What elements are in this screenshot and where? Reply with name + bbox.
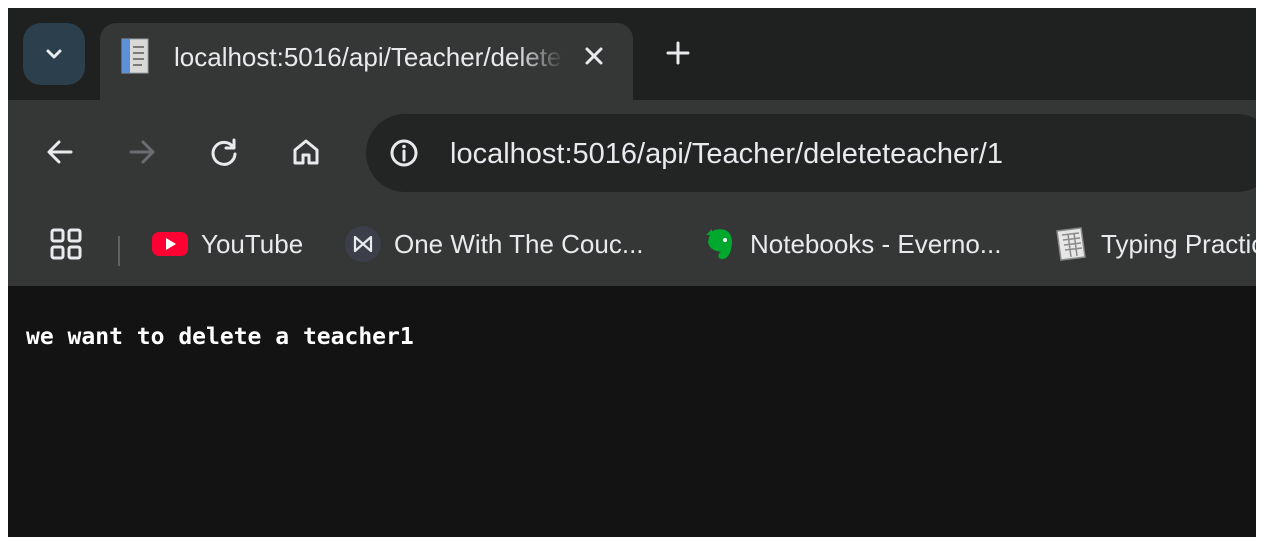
apps-grid-icon (50, 228, 82, 260)
arrow-left-icon (47, 140, 73, 164)
forward-button[interactable] (122, 132, 162, 172)
arrow-right-icon (129, 140, 155, 164)
home-icon (293, 139, 319, 165)
bookmarks-bar: YouTube One With The Couc... Notebooks -… (8, 196, 1256, 286)
info-icon (390, 139, 418, 167)
bow-tie-icon (344, 225, 382, 263)
bookmark-youtube[interactable]: YouTube (151, 226, 303, 262)
plus-icon (666, 41, 690, 65)
document-icon (121, 38, 149, 74)
tab-search-button[interactable] (23, 23, 85, 85)
bookmark-label: Typing Practice (1101, 228, 1256, 259)
bookmark-one-with-the-couch[interactable]: One With The Couc... (344, 226, 644, 262)
home-button[interactable] (286, 132, 326, 172)
bookmark-evernote[interactable]: Notebooks - Everno... (700, 226, 1001, 262)
toolbar: localhost:5016/api/Teacher/deleteteacher… (8, 100, 1256, 196)
bookmark-label: One With The Couc... (394, 228, 644, 259)
reload-icon (211, 138, 237, 166)
chevron-down-icon (46, 49, 62, 59)
bookmark-typing-practice[interactable]: Typing Practice (1051, 226, 1256, 262)
close-tab-button[interactable] (578, 40, 610, 72)
bookmarks-divider (118, 236, 120, 266)
active-tab[interactable]: localhost:5016/api/Teacher/deleteteacher… (100, 23, 633, 100)
back-button[interactable] (40, 132, 80, 172)
response-text: we want to delete a teacher1 (26, 324, 414, 350)
tab-strip: localhost:5016/api/Teacher/deleteteacher… (8, 8, 1256, 100)
close-icon (585, 47, 603, 65)
keyboard-icon (1051, 225, 1089, 263)
evernote-icon (700, 225, 738, 263)
url-text[interactable]: localhost:5016/api/Teacher/deleteteacher… (450, 136, 1003, 172)
youtube-icon (151, 225, 189, 263)
site-info-button[interactable] (384, 133, 424, 173)
bookmark-label: YouTube (201, 228, 304, 259)
browser-window: localhost:5016/api/Teacher/deleteteacher… (8, 8, 1256, 537)
tab-title: localhost:5016/api/Teacher/deleteteacher… (174, 42, 564, 72)
new-tab-button[interactable] (660, 35, 696, 71)
bookmark-label: Notebooks - Everno... (750, 228, 1002, 259)
apps-button[interactable] (48, 226, 84, 262)
reload-button[interactable] (204, 132, 244, 172)
page-content: we want to delete a teacher1 (8, 286, 1256, 537)
address-bar[interactable]: localhost:5016/api/Teacher/deleteteacher… (366, 114, 1256, 192)
